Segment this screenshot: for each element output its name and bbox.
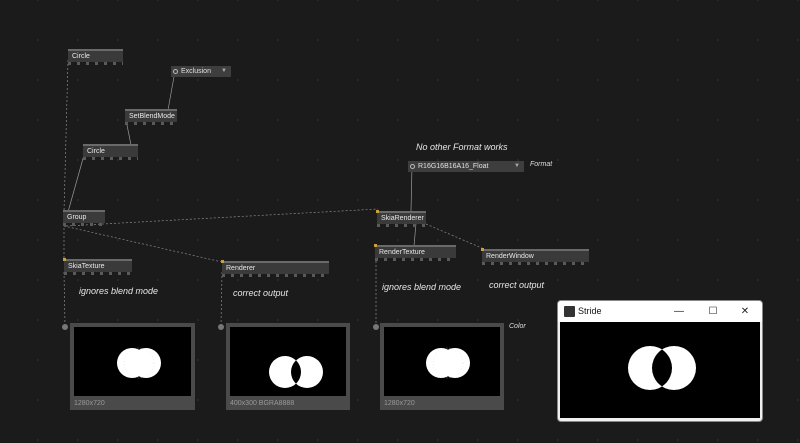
comment-ignores-blend-1: ignores blend mode [79, 286, 159, 296]
node-skiarenderer-label: SkiaRenderer [381, 215, 424, 222]
node-circle-top[interactable]: Circle [68, 49, 123, 65]
preview-image [230, 327, 346, 396]
circles-union-image [426, 347, 470, 379]
comment-no-other-format: No other Format works [416, 142, 508, 152]
input-pin-icon [63, 258, 66, 261]
node-circle-second-label: Circle [87, 148, 105, 155]
node-renderwindow-label: RenderWindow [486, 253, 534, 260]
stride-window[interactable]: Stride — ☐ ✕ [557, 300, 763, 422]
label-color: Color [509, 323, 526, 330]
input-pin-icon [481, 248, 484, 251]
link-group-to-skiarenderer [65, 208, 379, 227]
node-circle-second[interactable]: Circle [83, 144, 138, 160]
window-title: Stride [578, 306, 602, 316]
circles-exclusion-image [269, 356, 323, 388]
node-rendertexture-label: RenderTexture [379, 249, 425, 256]
node-renderwindow[interactable]: RenderWindow [481, 248, 589, 265]
minimize-button[interactable]: — [662, 301, 696, 322]
pin-icon [410, 164, 415, 169]
preview1-pin [62, 324, 68, 330]
comment-correct-output-1: correct output [233, 288, 289, 298]
maximize-button[interactable]: ☐ [696, 301, 730, 322]
node-setblendmode-label: SetBlendMode [129, 113, 175, 120]
node-renderer[interactable]: Renderer [221, 260, 329, 277]
node-group[interactable]: Group [63, 210, 105, 226]
preview-skiatexture: 1280x720 [70, 323, 195, 410]
node-rendertexture[interactable]: RenderTexture [374, 244, 456, 261]
preview-image [384, 327, 500, 396]
enum-blend-mode-value: Exclusion [181, 68, 211, 75]
preview-rendertexture: 1280x720 [380, 323, 504, 410]
close-button[interactable]: ✕ [728, 301, 762, 322]
window-titlebar[interactable]: Stride — ☐ ✕ [558, 301, 762, 322]
pin-icon [173, 69, 178, 74]
input-pin-icon [374, 244, 377, 247]
label-format: Format [530, 161, 553, 168]
link-format-to-skiarenderer [410, 165, 413, 212]
node-skiatexture[interactable]: SkiaTexture [63, 258, 132, 275]
enum-blend-mode[interactable]: Exclusion ▼ [171, 66, 231, 77]
preview2-pin [218, 324, 224, 330]
input-pin-icon [221, 260, 224, 263]
node-setblendmode[interactable]: SetBlendMode [125, 109, 177, 125]
enum-format[interactable]: R16G16B16A16_Float ▼ [408, 161, 524, 172]
preview-caption: 1280x720 [384, 400, 415, 407]
circles-exclusion-image [628, 346, 696, 390]
enum-format-value: R16G16B16A16_Float [418, 163, 489, 170]
preview3-pin [373, 324, 379, 330]
preview-renderer: 400x300 BGRA8888 [226, 323, 350, 410]
window-render-area [560, 322, 760, 418]
node-skiatexture-label: SkiaTexture [68, 263, 105, 270]
node-circle-top-label: Circle [72, 53, 90, 60]
link-group-to-renderer [63, 225, 223, 263]
node-renderer-label: Renderer [226, 265, 256, 272]
input-pin-icon [376, 210, 379, 213]
node-group-label: Group [67, 214, 87, 221]
circles-union-image [117, 347, 161, 379]
preview-image [74, 327, 191, 396]
link-skiatexture-to-preview1 [63, 271, 66, 327]
app-icon [564, 306, 575, 317]
link-circle-to-group [63, 59, 69, 213]
dropdown-arrow-icon: ▼ [514, 163, 520, 169]
node-skiarenderer[interactable]: SkiaRenderer [376, 210, 426, 227]
dropdown-arrow-icon: ▼ [221, 68, 227, 74]
link-renderer-to-preview2 [220, 271, 223, 327]
link-circle2-to-group [67, 154, 85, 213]
preview-caption: 400x300 BGRA8888 [230, 400, 295, 407]
comment-ignores-blend-2: ignores blend mode [382, 282, 462, 292]
preview-caption: 1280x720 [74, 400, 105, 407]
comment-correct-output-2: correct output [489, 280, 545, 290]
